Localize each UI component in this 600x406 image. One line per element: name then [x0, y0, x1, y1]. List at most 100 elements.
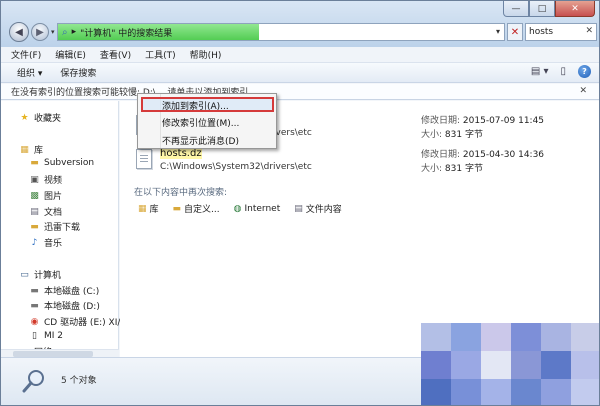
nav-library-label: 库	[34, 146, 44, 156]
preview-pane-icon[interactable]: ▯	[560, 66, 566, 77]
organize-button[interactable]: 组织 ▾	[17, 66, 42, 79]
mosaic-tile	[421, 379, 451, 405]
file-date: 修改日期: 2015-07-09 11:45	[421, 113, 544, 126]
nav-item-label: 文档	[44, 208, 63, 218]
search-input[interactable]: hosts ✕	[525, 23, 597, 41]
item-count: 5 个对象	[61, 376, 97, 386]
title-bar: — □ ✕ ◀ ▶ ▾ ⌕ ▸ "计算机" 中的搜索结果 ▾ ✕ hosts ✕	[1, 1, 599, 47]
close-info-bar-icon[interactable]: ✕	[579, 86, 587, 96]
file-date: 修改日期: 2015-04-30 14:36	[421, 147, 544, 160]
help-icon[interactable]: ?	[578, 65, 591, 78]
folder-icon: ▬	[30, 158, 39, 168]
mosaic-tile	[541, 323, 571, 351]
search-results-icon: ⌕	[62, 26, 68, 38]
size-label: 大小:	[421, 130, 443, 140]
mosaic-tile	[511, 351, 541, 379]
menu-help[interactable]: 帮助(H)	[190, 48, 222, 61]
file-name: hosts.dz	[160, 148, 202, 159]
horizontal-scrollbar[interactable]	[1, 349, 119, 357]
stop-search-button[interactable]: ✕	[507, 23, 523, 41]
nav-item-label: 本地磁盘 (D:)	[44, 302, 100, 312]
size-value: 831 字节	[444, 164, 483, 174]
forward-button[interactable]: ▶	[31, 23, 49, 41]
minimize-icon: —	[511, 3, 521, 14]
size-label: 大小:	[421, 164, 443, 174]
index-info-bar[interactable]: 在没有索引的位置搜索可能较慢: D:\... 请单击以添加到索引 ✕	[1, 84, 599, 100]
drive-icon: ▬	[30, 285, 39, 296]
menu-edit[interactable]: 编辑(E)	[55, 48, 86, 61]
cd-drive-icon: ◉	[30, 316, 39, 327]
menu-view[interactable]: 查看(V)	[100, 48, 131, 61]
address-dropdown-icon[interactable]: ▾	[496, 27, 500, 36]
view-options-icon[interactable]: ▤ ▾	[531, 66, 549, 77]
phone-icon: ▯	[32, 331, 37, 341]
nav-drive-d[interactable]: ▬ 本地磁盘 (D:)	[29, 299, 100, 313]
breadcrumb-arrow-icon[interactable]: ▸	[72, 27, 77, 37]
search-again-custom[interactable]: ▬ 自定义...	[173, 202, 220, 216]
mosaic-tile	[571, 351, 599, 379]
desktop-mosaic	[421, 323, 599, 405]
picture-icon: ▩	[30, 190, 39, 201]
nav-computer[interactable]: ▭ 计算机	[19, 268, 61, 282]
nav-library-documents[interactable]: ▤ 文档	[29, 205, 63, 219]
clear-search-icon[interactable]: ✕	[585, 26, 593, 36]
search-again-label: 在以下内容中再次搜索:	[134, 188, 228, 198]
minimize-button[interactable]: —	[503, 1, 529, 17]
nav-item-label: 视频	[44, 176, 63, 186]
search-again-file-contents[interactable]: ▤ 文件内容	[294, 202, 342, 216]
search-again-library[interactable]: ▦ 库	[138, 202, 159, 216]
nav-library[interactable]: ▦ 库	[19, 143, 44, 157]
menu-add-to-index[interactable]: 添加到索引(A)...	[162, 99, 229, 112]
date-value: 2015-07-09 11:45	[462, 116, 545, 126]
nav-drive-e[interactable]: ◉ CD 驱动器 (E:) XI/	[29, 315, 121, 329]
nav-favorites[interactable]: ★ 收藏夹	[19, 111, 61, 125]
drive-icon: ▬	[30, 300, 39, 311]
recent-pages-dropdown[interactable]: ▾	[51, 28, 55, 36]
navigation-pane: ★ 收藏夹 ▦ 库 ▬ Subversion ▣ 视频 ▩ 图片 ▤ 文档 ▬ …	[1, 101, 121, 358]
close-window-button[interactable]: ✕	[555, 1, 595, 17]
document-icon: ▤	[294, 203, 303, 214]
mosaic-tile	[481, 351, 511, 379]
date-value: 2015-04-30 14:36	[462, 150, 545, 160]
menu-file[interactable]: 文件(F)	[11, 48, 41, 61]
menu-dont-show-again[interactable]: 不再显示此消息(D)	[162, 134, 239, 147]
mosaic-tile	[571, 379, 599, 405]
mosaic-tile	[481, 379, 511, 405]
address-bar[interactable]: ⌕ ▸ "计算机" 中的搜索结果 ▾	[57, 23, 505, 41]
globe-icon: ◍	[233, 203, 242, 214]
mosaic-tile	[511, 379, 541, 405]
nav-library-music[interactable]: ♪ 音乐	[29, 236, 62, 250]
menu-tools[interactable]: 工具(T)	[145, 48, 176, 61]
nav-device-mi2[interactable]: ▯ MI 2	[29, 331, 63, 341]
explorer-window: — □ ✕ ◀ ▶ ▾ ⌕ ▸ "计算机" 中的搜索结果 ▾ ✕ hosts ✕…	[0, 0, 600, 406]
save-search-button[interactable]: 保存搜索	[60, 66, 96, 79]
address-path[interactable]: "计算机" 中的搜索结果	[80, 26, 172, 39]
magnifier-icon	[22, 370, 44, 393]
file-row[interactable]: hosts.dz C:\Windows\System32\drivers\etc…	[120, 145, 590, 175]
nav-item-label: MI 2	[44, 331, 64, 341]
nav-item-label: Subversion	[44, 158, 95, 168]
maximize-button[interactable]: □	[529, 1, 555, 17]
nav-item-label: 本地磁盘 (C:)	[44, 287, 100, 297]
command-bar: 组织 ▾ 保存搜索 ▤ ▾ ▯ ?	[1, 63, 599, 83]
mosaic-tile	[511, 323, 541, 351]
nav-drive-c[interactable]: ▬ 本地磁盘 (C:)	[29, 284, 100, 298]
nav-library-subversion[interactable]: ▬ Subversion	[29, 158, 94, 168]
nav-library-downloads[interactable]: ▬ 迅雷下载	[29, 220, 80, 234]
mosaic-tile	[451, 351, 481, 379]
menu-change-index-locations[interactable]: 修改索引位置(M)...	[162, 116, 239, 129]
nav-library-pictures[interactable]: ▩ 图片	[29, 189, 63, 203]
nav-library-videos[interactable]: ▣ 视频	[29, 173, 63, 187]
window-controls: — □ ✕	[503, 1, 595, 17]
file-size: 大小: 831 字节	[421, 161, 483, 174]
back-button[interactable]: ◀	[9, 22, 29, 42]
computer-icon: ▭	[20, 269, 29, 280]
file-path: C:\Windows\System32\drivers\etc	[160, 162, 312, 172]
music-icon: ♪	[31, 237, 38, 248]
mosaic-tile	[421, 351, 451, 379]
size-value: 831 字节	[444, 130, 483, 140]
date-label: 修改日期:	[421, 116, 461, 126]
search-again-internet[interactable]: ◍ Internet	[234, 204, 281, 214]
nav-item-label: 图片	[44, 192, 63, 202]
search-again-item-label: 自定义...	[184, 205, 220, 215]
